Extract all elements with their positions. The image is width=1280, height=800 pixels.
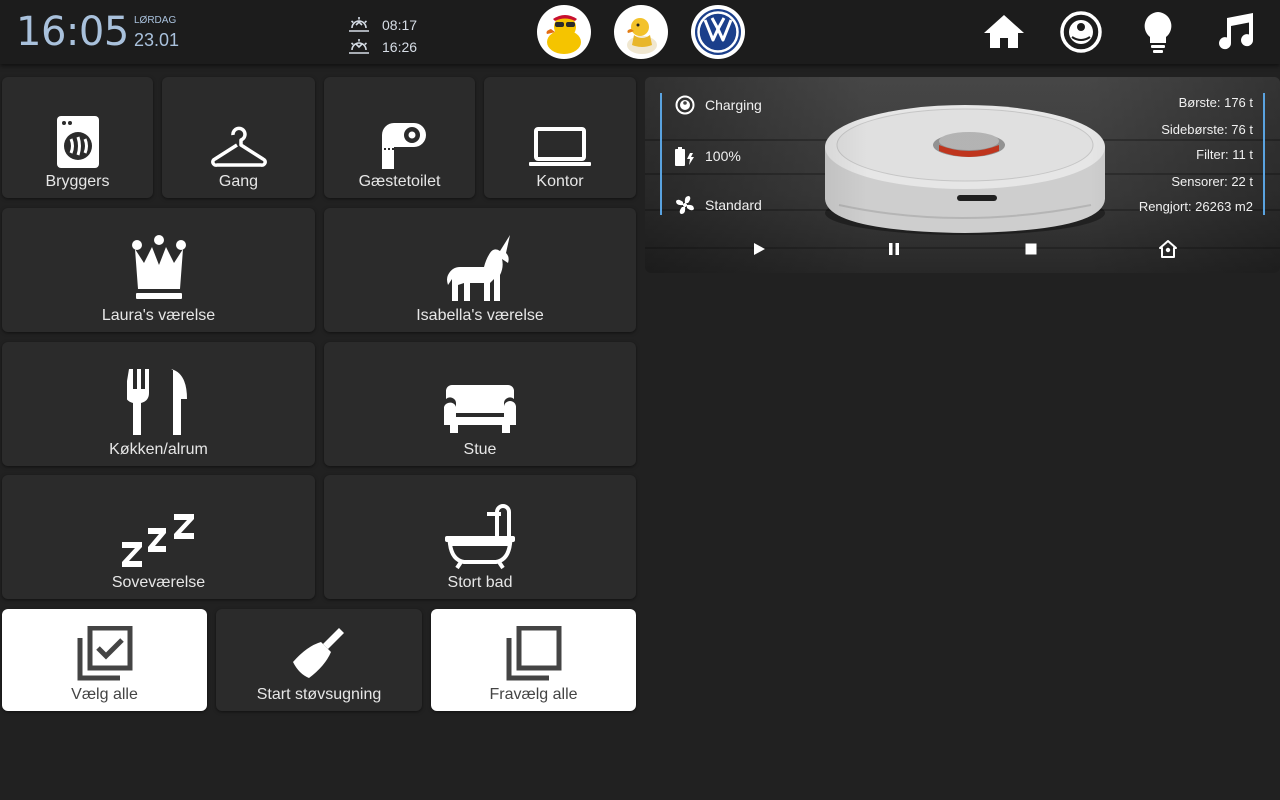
return-home-button[interactable]: [1156, 239, 1180, 259]
room-tile-bryggers[interactable]: Bryggers: [2, 77, 153, 198]
room-label-kokken: Køkken/alrum: [109, 441, 208, 458]
weekday-label: LØRDAG: [134, 15, 177, 26]
room-tile-stortbad[interactable]: Stort bad: [324, 475, 636, 599]
room-label-isabella: Isabella's værelse: [416, 307, 544, 324]
sunset-icon: [349, 39, 369, 54]
play-icon: [754, 243, 765, 255]
volkswagen-logo-avatar[interactable]: [691, 5, 745, 59]
broom-icon: [291, 626, 347, 682]
fan-icon: [676, 196, 694, 214]
pause-icon: [889, 243, 899, 255]
status-accent-bar-right: [1263, 93, 1265, 215]
duck-sunglasses-avatar[interactable]: [537, 5, 591, 59]
date-label: 23.01: [134, 30, 180, 50]
sunset-time: 16:26: [382, 39, 418, 55]
room-tile-gang[interactable]: Gang: [162, 77, 315, 198]
sensor-hours: Sensorer: 22 t: [1171, 174, 1253, 189]
home-icon[interactable]: [982, 10, 1026, 54]
checkbox-multiple-marked-icon: [76, 626, 134, 682]
pause-button[interactable]: [882, 239, 906, 259]
hanger-icon: [210, 125, 267, 169]
stop-icon: [1025, 243, 1037, 255]
sunrise-row: 08:17: [348, 16, 417, 34]
sunrise-icon: [349, 17, 369, 32]
filter-hours: Filter: 11 t: [1196, 147, 1253, 162]
crown-icon: [130, 235, 188, 303]
select-all-label: Vælg alle: [71, 686, 138, 703]
sofa-icon: [442, 381, 518, 437]
battery-charging-icon: [675, 147, 694, 166]
room-label-gang: Gang: [218, 173, 259, 190]
deselect-all-label: Fravælg alle: [489, 686, 578, 703]
side-brush-hours: Sidebørste: 76 t: [1161, 122, 1253, 137]
clock-time: 16:05: [16, 9, 129, 55]
room-tile-isabella[interactable]: Isabella's værelse: [324, 208, 636, 332]
fork-knife-icon: [126, 367, 191, 437]
play-button[interactable]: [747, 239, 771, 259]
battery-text: 100%: [705, 148, 741, 164]
top-bar: 16:05 LØRDAG 23.01 08:17 16:26: [0, 0, 1280, 64]
status-row: Charging: [675, 95, 762, 115]
room-label-laura: Laura's værelse: [101, 307, 216, 324]
duck-sunglasses-icon: [546, 15, 581, 54]
laptop-icon: [528, 125, 592, 169]
toilet-paper-icon: [374, 121, 426, 169]
stop-button[interactable]: [1019, 239, 1043, 259]
bathtub-icon: [445, 504, 515, 570]
room-tile-kontor[interactable]: Kontor: [484, 77, 636, 198]
start-vacuum-button[interactable]: Start støvsugning: [216, 609, 422, 711]
room-label-kontor: Kontor: [536, 173, 584, 190]
sunrise-time: 08:17: [382, 17, 418, 33]
room-tile-stue[interactable]: Stue: [324, 342, 636, 466]
fan-speed-text: Standard: [705, 197, 762, 213]
brush-hours: Børste: 176 t: [1178, 95, 1253, 110]
room-label-stue: Stue: [463, 441, 497, 458]
washing-machine-icon: [56, 115, 100, 169]
checkbox-multiple-blank-icon: [505, 626, 563, 682]
room-label-stortbad: Stort bad: [447, 574, 513, 591]
room-tile-sovevaerelse[interactable]: Soveværelse: [2, 475, 315, 599]
lightbulb-icon[interactable]: [1136, 10, 1180, 54]
sunset-row: 16:26: [348, 38, 417, 56]
status-text: Charging: [705, 97, 762, 113]
start-vacuum-label: Start støvsugning: [256, 686, 382, 703]
fan-speed-row: Standard: [675, 195, 762, 215]
battery-row: 100%: [675, 145, 741, 167]
cleaned-area: Rengjort: 26263 m2: [1138, 199, 1253, 214]
robot-vacuum-icon[interactable]: [1059, 10, 1103, 54]
room-label-sovevaerelse: Soveværelse: [111, 574, 206, 591]
room-tile-laura[interactable]: Laura's værelse: [2, 208, 315, 332]
room-tile-kokken[interactable]: Køkken/alrum: [2, 342, 315, 466]
home-map-marker-icon: [1159, 240, 1177, 258]
music-note-icon[interactable]: [1213, 10, 1257, 54]
sleep-zzz-icon: [120, 512, 198, 570]
room-label-bryggers: Bryggers: [45, 173, 110, 190]
room-label-gaestetoilet: Gæstetoilet: [358, 173, 441, 190]
duck-sitting-avatar[interactable]: [614, 5, 668, 59]
room-tile-gaestetoilet[interactable]: Gæstetoilet: [324, 77, 475, 198]
robot-vacuum-status-icon: [675, 95, 695, 115]
duck-sitting-icon: [627, 18, 657, 54]
select-all-button[interactable]: Vælg alle: [2, 609, 207, 711]
deselect-all-button[interactable]: Fravælg alle: [431, 609, 636, 711]
vacuum-card: Charging 100% Standard Børste: 176 t Sid…: [645, 77, 1280, 273]
volkswagen-logo-icon: [695, 9, 741, 55]
status-accent-bar-left: [660, 93, 662, 215]
unicorn-icon: [444, 233, 516, 303]
